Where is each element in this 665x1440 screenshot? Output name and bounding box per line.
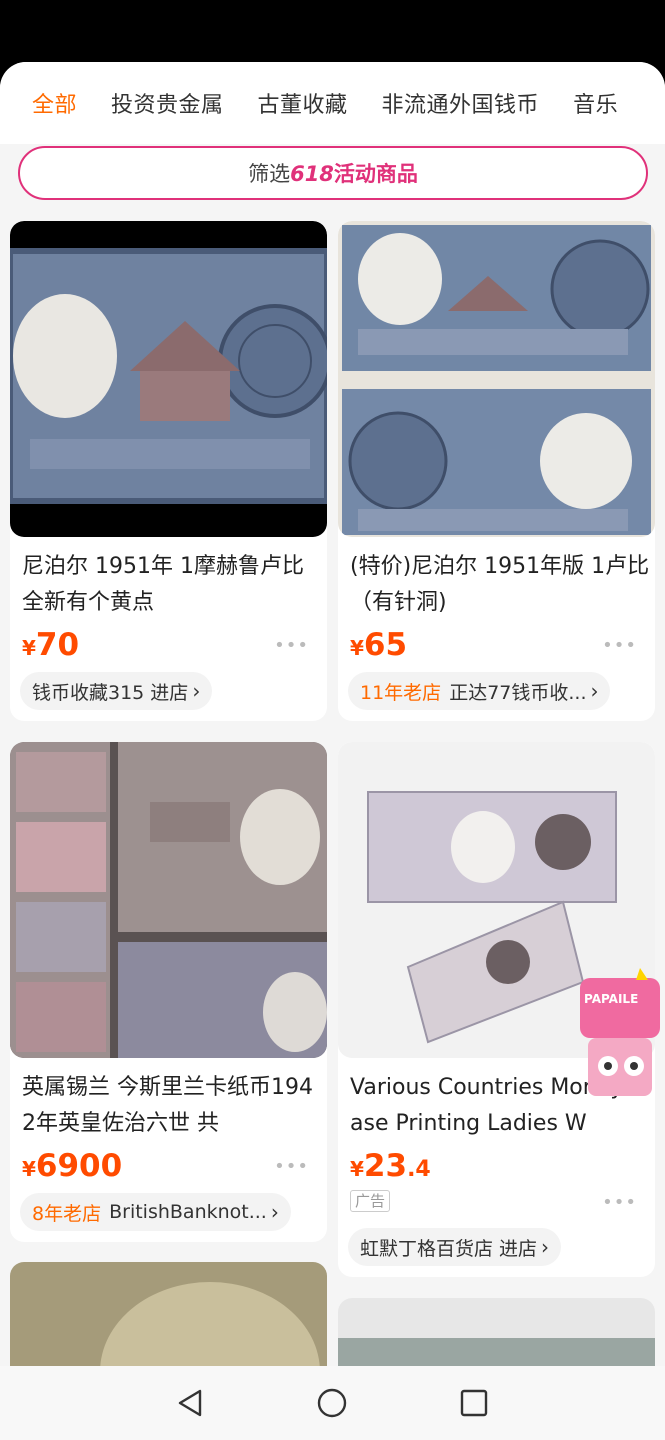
recents-square-icon[interactable] [454,1383,494,1423]
filter-618-button[interactable]: 筛选 618活动商品 [18,146,648,200]
price-currency: ¥ [22,1157,36,1181]
ad-badge: 广告 [350,1190,391,1212]
price-currency: ¥ [350,1157,364,1181]
product-title[interactable]: 英属锡兰 今斯里兰卡纸币1942年英皇佐治六世 共 [22,1070,322,1142]
more-dots-icon[interactable]: ••• [274,635,309,656]
product-image[interactable] [10,742,327,1058]
promo-mascot-widget[interactable]: PAPAILE [578,966,664,1106]
tab-music[interactable]: 音乐 [573,87,618,119]
product-card[interactable]: 尼泊尔 1951年 1摩赫鲁卢比 全新有个黄点 ¥70 ••• 钱币收藏315 … [10,221,327,721]
product-title[interactable]: (特价)尼泊尔 1951年版 1卢比 （有针洞) [350,549,650,621]
chevron-right-icon: › [541,1235,550,1259]
system-navigation-bar [0,1366,665,1440]
results-sheet: 全部 投资贵金属 古董收藏 非流通外国钱币 音乐 筛选 618活动商品 尼泊尔 … [0,62,665,1440]
shop-age-badge: 8年老店 [32,1202,102,1225]
product-price: ¥70 [22,627,79,663]
back-triangle-icon[interactable] [171,1383,211,1423]
shop-link[interactable]: 虹默丁格百货店 进店 › [348,1228,562,1266]
price-value: 65 [363,627,408,663]
price-currency: ¥ [22,636,36,660]
price-currency: ¥ [350,636,364,660]
shop-name: 正达77钱币收... [449,681,587,704]
shop-name: BritishBanknot... [109,1201,267,1223]
product-card[interactable]: (特价)尼泊尔 1951年版 1卢比 （有针洞) ¥65 ••• 11年老店 正… [338,221,655,721]
filter-event-number: 618 [290,162,334,186]
shop-name: 钱币收藏315 进店 [32,681,189,704]
shop-link[interactable]: 钱币收藏315 进店 › [20,672,213,710]
tab-all[interactable]: 全部 [32,87,77,119]
price-value: 6900 [35,1148,123,1184]
price-decimal: .4 [407,1157,431,1182]
tab-antiques[interactable]: 古董收藏 [258,87,348,119]
product-price: ¥23.4 [350,1148,431,1184]
product-card[interactable]: 英属锡兰 今斯里兰卡纸币1942年英皇佐治六世 共 ¥6900 ••• 8年老店… [10,742,327,1242]
tab-precious-metals[interactable]: 投资贵金属 [111,87,224,119]
filter-prefix: 筛选 [248,162,291,186]
shop-link[interactable]: 8年老店 BritishBanknot... › [20,1193,291,1231]
shop-name: 虹默丁格百货店 进店 [360,1237,538,1260]
chevron-right-icon: › [192,679,201,703]
tab-foreign-currency[interactable]: 非流通外国钱币 [382,87,540,119]
price-value: 70 [35,627,80,663]
filter-event-label: 618活动商品 [290,158,418,188]
product-price: ¥65 [350,627,407,663]
chevron-right-icon: › [590,679,599,703]
price-value: 23 [363,1148,408,1184]
shop-age-badge: 11年老店 [360,681,442,704]
shop-link[interactable]: 11年老店 正达77钱币收... › [348,672,611,710]
product-image[interactable] [10,221,327,537]
chevron-right-icon: › [270,1200,279,1224]
mascot-label: PAPAILE [584,992,639,1006]
home-circle-icon[interactable] [312,1383,352,1423]
more-dots-icon[interactable]: ••• [602,1192,637,1213]
category-tabs: 全部 投资贵金属 古董收藏 非流通外国钱币 音乐 [0,62,665,144]
more-dots-icon[interactable]: ••• [274,1156,309,1177]
product-image[interactable] [338,221,655,537]
more-dots-icon[interactable]: ••• [602,635,637,656]
product-title[interactable]: 尼泊尔 1951年 1摩赫鲁卢比 全新有个黄点 [22,549,322,621]
product-price: ¥6900 [22,1148,122,1184]
filter-event-suffix: 活动商品 [333,162,418,186]
